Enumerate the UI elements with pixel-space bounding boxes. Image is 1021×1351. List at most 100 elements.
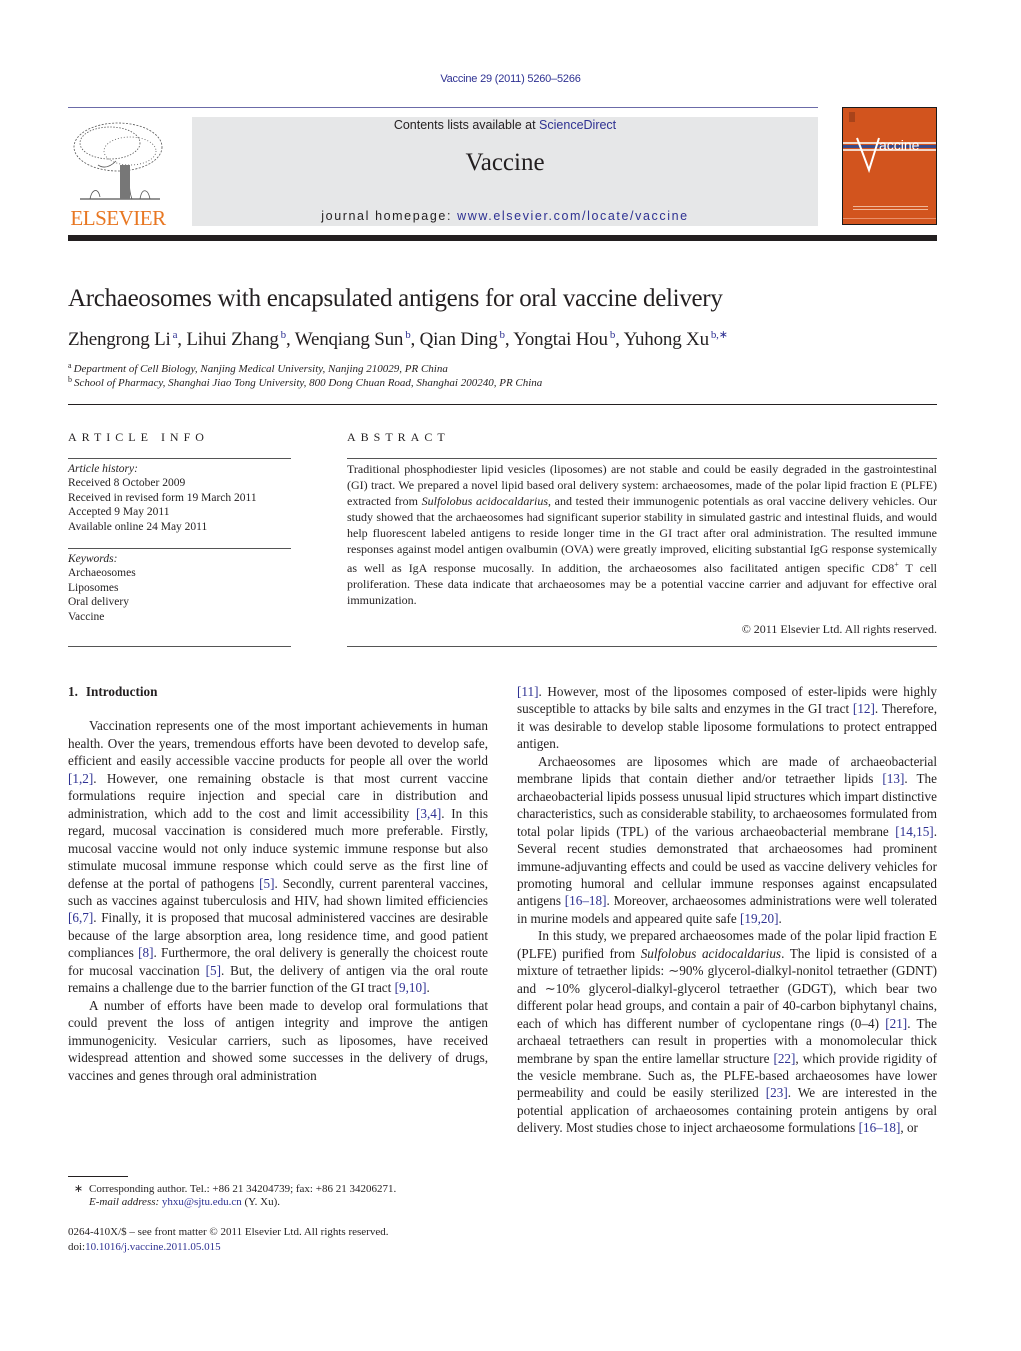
author-list: Zhengrong Li a, Lihui Zhang b, Wenqiang Su… — [68, 329, 728, 350]
journal-cover-thumbnail[interactable]: accine — [842, 107, 937, 225]
history-item: Received 8 October 2009 — [68, 477, 186, 490]
footnote-text: Corresponding author. Tel.: +86 21 34204… — [89, 1183, 397, 1195]
sciencedirect-link[interactable]: ScienceDirect — [539, 118, 616, 132]
keyword: Oral delivery — [68, 596, 129, 609]
abstract-text: Traditional phosphodiester lipid vesicle… — [347, 462, 937, 609]
doi-line: doi:10.1016/j.vaccine.2011.05.015 — [68, 1241, 221, 1253]
citation-link[interactable]: [5] — [206, 963, 221, 978]
corresponding-author-note: ∗ Corresponding author. Tel.: +86 21 3420… — [68, 1182, 396, 1195]
email-note: E-mail address: yhxu@sjtu.edu.cn (Y. Xu)… — [68, 1196, 280, 1208]
doi-prefix: doi: — [68, 1241, 86, 1253]
keyword: Liposomes — [68, 581, 119, 594]
citation-link[interactable]: [3,4] — [416, 806, 441, 821]
history-item: Accepted 9 May 2011 — [68, 506, 170, 519]
elsevier-tree-icon — [73, 122, 163, 200]
masthead-divider — [68, 235, 937, 241]
keywords-label: Keywords: — [68, 553, 118, 565]
citation-link[interactable]: [5] — [259, 876, 274, 891]
citation-link[interactable]: [13] — [882, 771, 904, 786]
paragraph: Vaccination represents one of the most i… — [68, 717, 488, 996]
article-title: Archaeosomes with encapsulated antigens … — [68, 285, 723, 312]
author[interactable]: Wenqiang Sun — [295, 329, 404, 350]
text: Archaeosomes are liposomes which are mad… — [517, 753, 937, 787]
journal-masthead: Contents lists available at ScienceDirec… — [192, 117, 818, 226]
divider — [347, 458, 937, 459]
paragraph: A number of efforts have been made to de… — [68, 997, 488, 1084]
doi-link[interactable]: 10.1016/j.vaccine.2011.05.015 — [85, 1241, 221, 1253]
keyword: Vaccine — [68, 610, 105, 623]
paragraph: Archaeosomes are liposomes which are mad… — [517, 753, 937, 928]
citation-link[interactable]: [16–18] — [565, 893, 607, 908]
vaccine-cover-icon: accine — [843, 112, 936, 219]
citation-link[interactable]: [6,7] — [68, 910, 93, 925]
email-suffix: (Y. Xu). — [241, 1196, 281, 1208]
abstract-heading: ABSTRACT — [347, 430, 450, 444]
author[interactable]: Yuhong Xu — [624, 329, 709, 350]
keywords: Keywords: Archaeosomes Liposomes Oral de… — [68, 552, 293, 624]
citation-link[interactable]: [14,15] — [895, 824, 933, 839]
affiliation-text: Department of Cell Biology, Nanjing Medi… — [73, 363, 448, 375]
history-item: Received in revised form 19 March 2011 — [68, 491, 257, 504]
contents-line: Contents lists available at ScienceDirec… — [192, 118, 818, 132]
citation-link[interactable]: [19,20] — [740, 911, 778, 926]
svg-text:accine: accine — [879, 137, 920, 153]
divider — [68, 646, 291, 647]
journal-citation-link[interactable]: Vaccine 29 (2011) 5260–5266 — [0, 73, 1021, 85]
author[interactable]: Qian Ding — [420, 329, 498, 350]
affiliation: b School of Pharmacy, Shanghai Jiao Tong … — [68, 375, 542, 389]
affiliation-key: b — [68, 375, 72, 384]
history-item: Available online 24 May 2011 — [68, 520, 208, 533]
author[interactable]: Yongtai Hou — [513, 329, 608, 350]
issn-line: 0264-410X/$ – see front matter © 2011 El… — [68, 1226, 389, 1238]
text: . — [778, 910, 782, 926]
divider — [68, 548, 291, 549]
author[interactable]: Lihui Zhang — [186, 329, 278, 350]
citation-link[interactable]: [12] — [853, 701, 875, 716]
article-history: Article history: Received 8 October 2009… — [68, 462, 293, 534]
text: . — [426, 980, 430, 996]
elsevier-logo[interactable]: ELSEVIER — [68, 117, 168, 230]
homepage-line: journal homepage: www.elsevier.com/locat… — [192, 209, 818, 223]
citation-link[interactable]: [22] — [773, 1051, 795, 1066]
citation-link[interactable]: [23] — [766, 1085, 788, 1100]
citation-link[interactable]: [8] — [138, 945, 153, 960]
affiliation: a Department of Cell Biology, Nanjing Med… — [68, 361, 448, 375]
text: , or — [900, 1120, 918, 1136]
article-info-heading: ARTICLE INFO — [68, 430, 209, 444]
header-rule — [68, 107, 818, 108]
section-divider — [68, 404, 937, 405]
abstract-copyright: © 2011 Elsevier Ltd. All rights reserved… — [741, 622, 937, 636]
journal-title: Vaccine — [465, 149, 545, 176]
elsevier-wordmark: ELSEVIER — [70, 206, 166, 230]
paragraph-continued: [11]. However, most of the liposomes com… — [517, 683, 937, 753]
citation-link[interactable]: [9,10] — [395, 980, 427, 995]
citation-link[interactable]: [11] — [517, 684, 538, 699]
email-label: E-mail address: — [89, 1196, 160, 1208]
affiliation-marker[interactable]: b — [281, 329, 287, 341]
affiliation-marker[interactable]: a — [173, 329, 178, 341]
body-column-right: [11]. However, most of the liposomes com… — [517, 683, 937, 1137]
footnote-rule — [68, 1176, 128, 1177]
affiliation-marker[interactable]: b — [405, 329, 411, 341]
citation-link[interactable]: [16–18] — [859, 1120, 901, 1135]
affiliation-marker[interactable]: b,∗ — [711, 329, 728, 341]
journal-homepage-link[interactable]: www.elsevier.com/locate/vaccine — [457, 209, 689, 223]
email-link[interactable]: yhxu@sjtu.edu.cn — [162, 1196, 242, 1208]
section-heading: 1. Introduction — [68, 683, 488, 700]
footnote-marker: ∗ — [73, 1183, 84, 1195]
affiliation-text: School of Pharmacy, Shanghai Jiao Tong U… — [74, 377, 543, 389]
affiliation-marker[interactable]: b — [500, 329, 506, 341]
history-label: Article history: — [68, 463, 138, 475]
species-name: Sulfolobus acidocaldarius — [421, 493, 548, 508]
affiliation-key: a — [68, 361, 72, 370]
citation-link[interactable]: [21] — [885, 1016, 907, 1031]
citation-link[interactable]: [1,2] — [68, 771, 93, 786]
contents-prefix: Contents lists available at — [393, 118, 540, 132]
species-name: Sulfolobus acidocaldarius — [640, 945, 782, 961]
keyword: Archaeosomes — [68, 567, 136, 580]
divider — [347, 646, 937, 647]
section-number: 1. — [68, 684, 78, 699]
author[interactable]: Zhengrong Li — [68, 329, 171, 350]
affiliation-marker[interactable]: b — [610, 329, 616, 341]
text: A number of efforts have been made to de… — [68, 997, 488, 1083]
